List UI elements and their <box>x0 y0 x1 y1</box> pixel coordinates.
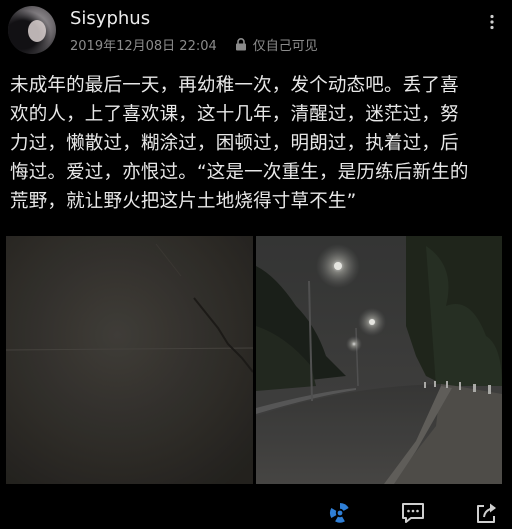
avatar[interactable] <box>8 6 56 54</box>
radiation-icon[interactable] <box>327 500 353 526</box>
post-text-line: 荒野，就让野火把这片土地烧得寸草不生” <box>10 191 357 212</box>
post-body-text: 未成年的最后一天，再幼稚一次，发个动态吧。丢了喜 欢的人，上了喜欢课，这十几年，… <box>10 71 502 216</box>
post-text-line: 未成年的最后一天，再幼稚一次，发个动态吧。丢了喜 <box>10 75 459 96</box>
post-text-line: 悔过。爱过，亦恨过。“这是一次重生，是历练后新生的 <box>10 162 469 183</box>
post-actions <box>0 500 512 529</box>
photo-night-road[interactable] <box>256 236 502 484</box>
visibility-label: 仅自己可见 <box>252 39 318 54</box>
photo-ground[interactable] <box>6 236 253 484</box>
username[interactable]: Sisyphus <box>70 8 150 29</box>
photo-ground-image <box>6 236 253 484</box>
photo-night-road-image <box>256 236 502 484</box>
share-icon[interactable] <box>474 500 500 526</box>
post-text-line: 欢的人，上了喜欢课，这十几年，清醒过，迷茫过，努 <box>10 104 459 125</box>
avatar-face <box>28 20 46 42</box>
lock-icon <box>235 38 246 51</box>
timestamp: 2019年12月08日 22:04 <box>70 39 217 54</box>
post-meta: 2019年12月08日 22:04 仅自己可见 <box>70 35 318 54</box>
comment-icon[interactable] <box>400 500 426 526</box>
post-text-line: 力过，懒散过，糊涂过，困顿过，明朗过，执着过，后 <box>10 133 459 154</box>
more-icon[interactable] <box>484 14 500 30</box>
